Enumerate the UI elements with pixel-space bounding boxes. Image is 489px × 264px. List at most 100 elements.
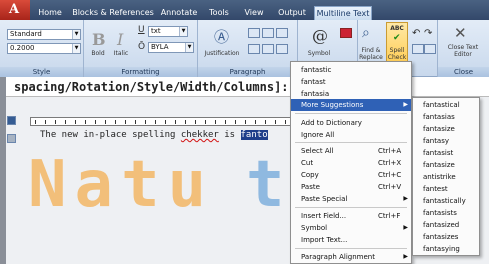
menu-separator bbox=[295, 207, 407, 208]
tab-multiline-text[interactable]: Multiline Text bbox=[314, 6, 372, 20]
mtext-editor-text[interactable]: The new in-place spelling chekker is fan… bbox=[40, 130, 268, 140]
submenu-item-suggestion[interactable]: fantasize bbox=[413, 123, 479, 135]
misspelled-word[interactable]: chekker bbox=[181, 130, 219, 140]
menu-item-suggestion[interactable]: fantast bbox=[291, 76, 411, 88]
collapse-icon[interactable] bbox=[7, 116, 16, 125]
menu-item-add-to-dictionary[interactable]: Add to Dictionary bbox=[291, 117, 411, 129]
formatting-group-label: Formatting bbox=[84, 67, 197, 77]
submenu-item-suggestion[interactable]: fantasias bbox=[413, 111, 479, 123]
submenu-item-suggestion[interactable]: fantasying bbox=[413, 243, 479, 255]
justification-label: Justification bbox=[204, 50, 240, 57]
menu-item-suggestion[interactable]: fantastic bbox=[291, 64, 411, 76]
menu-item-label: More Suggestions bbox=[301, 101, 364, 109]
tab-output[interactable]: Output bbox=[274, 6, 310, 20]
close-group-label: Close bbox=[438, 67, 489, 77]
field-icon[interactable] bbox=[340, 28, 352, 38]
symbol-icon[interactable]: @ bbox=[312, 26, 328, 45]
menu-shortcut: Ctrl+C bbox=[378, 171, 402, 179]
submenu-item-suggestion[interactable]: fantasized bbox=[413, 219, 479, 231]
text-editor-ruler[interactable] bbox=[30, 117, 295, 126]
paragraph-group: Ⓐ Justification Paragraph bbox=[198, 20, 298, 77]
menu-item-label: Paragraph Alignment bbox=[301, 253, 375, 261]
text-height-dropdown[interactable]: 0.2000 ▼ bbox=[7, 43, 81, 54]
submenu-item-suggestion[interactable]: fantastical bbox=[413, 99, 479, 111]
tab-tools[interactable]: Tools bbox=[204, 6, 234, 20]
menu-item-paste-special[interactable]: Paste Special ▶ bbox=[291, 193, 411, 205]
menu-shortcut: Ctrl+X bbox=[378, 159, 402, 167]
redo-icon[interactable]: ↷ bbox=[424, 28, 432, 39]
options-icon[interactable] bbox=[424, 44, 436, 54]
menu-separator bbox=[295, 113, 407, 114]
bold-icon[interactable]: B bbox=[92, 30, 106, 49]
submenu-arrow-icon: ▶ bbox=[403, 195, 408, 202]
menu-item-paste[interactable]: Paste Ctrl+V bbox=[291, 181, 411, 193]
menu-item-select-all[interactable]: Select All Ctrl+A bbox=[291, 145, 411, 157]
ruler-icon[interactable] bbox=[412, 44, 424, 54]
menu-item-label: Copy bbox=[301, 171, 319, 179]
spell-check-button[interactable]: ABC ✔ Spell Check bbox=[386, 22, 408, 62]
spell-check-label: Spell Check bbox=[387, 47, 407, 61]
italic-label: Italic bbox=[113, 50, 129, 57]
menu-shortcut: Ctrl+V bbox=[378, 183, 402, 191]
submenu-item-suggestion[interactable]: fantasy bbox=[413, 135, 479, 147]
menu-shortcut: Ctrl+F bbox=[378, 212, 401, 220]
submenu-item-suggestion[interactable]: fantest bbox=[413, 183, 479, 195]
find-replace-icon[interactable]: ⌕ bbox=[362, 25, 370, 41]
submenu-item-suggestion[interactable]: fantasizes bbox=[413, 231, 479, 243]
close-text-editor-label[interactable]: Close Text Editor bbox=[440, 44, 486, 58]
menu-item-symbol[interactable]: Symbol ▶ bbox=[291, 222, 411, 234]
menu-shortcut: Ctrl+A bbox=[378, 147, 402, 155]
menu-item-copy[interactable]: Copy Ctrl+C bbox=[291, 169, 411, 181]
command-prompt-text: spacing/Rotation/Style/Width/Columns]: bbox=[14, 80, 289, 94]
align-left-icon[interactable] bbox=[262, 28, 274, 38]
undo-icon[interactable]: ↶ bbox=[412, 28, 420, 39]
menu-item-cut[interactable]: Cut Ctrl+X bbox=[291, 157, 411, 169]
close-icon[interactable]: ✕ bbox=[454, 24, 467, 42]
underline-icon[interactable]: U bbox=[138, 25, 145, 35]
style-group: Standard ▼ 0.2000 ▼ Style bbox=[0, 20, 84, 77]
color-dropdown[interactable]: BYLA ▼ bbox=[148, 42, 194, 53]
tab-blocks-references[interactable]: Blocks & References bbox=[70, 6, 156, 20]
submenu-item-suggestion[interactable]: fantasists bbox=[413, 207, 479, 219]
font-value: txt bbox=[151, 27, 161, 35]
command-line[interactable]: spacing/Rotation/Style/Width/Columns]: bbox=[0, 77, 489, 97]
align-right-icon[interactable] bbox=[262, 44, 274, 54]
menu-item-ignore-all[interactable]: Ignore All bbox=[291, 129, 411, 141]
submenu-item-suggestion[interactable]: fantastically bbox=[413, 195, 479, 207]
text-height-value: 0.2000 bbox=[10, 44, 35, 52]
bullets-icon[interactable] bbox=[248, 28, 260, 38]
justify-icon[interactable] bbox=[276, 44, 288, 54]
chevron-down-icon: ▼ bbox=[72, 30, 80, 39]
tab-view[interactable]: View bbox=[240, 6, 268, 20]
menu-item-more-suggestions[interactable]: More Suggestions ▶ bbox=[291, 99, 411, 111]
menu-item-insert-field[interactable]: Insert Field... Ctrl+F bbox=[291, 210, 411, 222]
watermark-part1: Natu bbox=[28, 148, 215, 222]
style-group-label: Style bbox=[0, 67, 83, 77]
submenu-item-suggestion[interactable]: fantasist bbox=[413, 147, 479, 159]
application-menu-button[interactable]: A bbox=[0, 0, 30, 20]
text-between: is bbox=[218, 130, 241, 140]
justification-icon[interactable]: Ⓐ bbox=[214, 26, 229, 47]
font-dropdown[interactable]: txt ▼ bbox=[148, 26, 188, 37]
line-spacing-icon[interactable] bbox=[248, 44, 260, 54]
ribbon-tab-strip: A Home Blocks & References Annotate Tool… bbox=[0, 0, 489, 20]
ribbon-panel: Standard ▼ 0.2000 ▼ Style B Bold I Itali… bbox=[0, 20, 489, 77]
checkmark-icon: ✔ bbox=[393, 33, 401, 43]
submenu-item-suggestion[interactable]: antistrike bbox=[413, 171, 479, 183]
text-before: The new in-place spelling bbox=[40, 130, 181, 140]
tab-annotate[interactable]: Annotate bbox=[158, 6, 200, 20]
formatting-group: B Bold I Italic U Ō txt ▼ BYLA ▼ Formatt… bbox=[84, 20, 198, 77]
submenu-item-suggestion[interactable]: fantasize bbox=[413, 159, 479, 171]
menu-item-paragraph-alignment[interactable]: Paragraph Alignment ▶ bbox=[291, 251, 411, 263]
panel-icon[interactable] bbox=[7, 134, 16, 143]
italic-icon[interactable]: I bbox=[117, 30, 123, 49]
menu-separator bbox=[295, 248, 407, 249]
more-suggestions-submenu: fantastical fantasias fantasize fantasy … bbox=[412, 97, 480, 256]
bold-label: Bold bbox=[91, 50, 105, 57]
overline-icon[interactable]: Ō bbox=[138, 42, 145, 52]
align-center-icon[interactable] bbox=[276, 28, 288, 38]
menu-item-import-text[interactable]: Import Text... bbox=[291, 234, 411, 246]
tab-home[interactable]: Home bbox=[33, 6, 67, 20]
selected-word[interactable]: fanto bbox=[240, 130, 268, 140]
text-style-dropdown[interactable]: Standard ▼ bbox=[7, 29, 81, 40]
